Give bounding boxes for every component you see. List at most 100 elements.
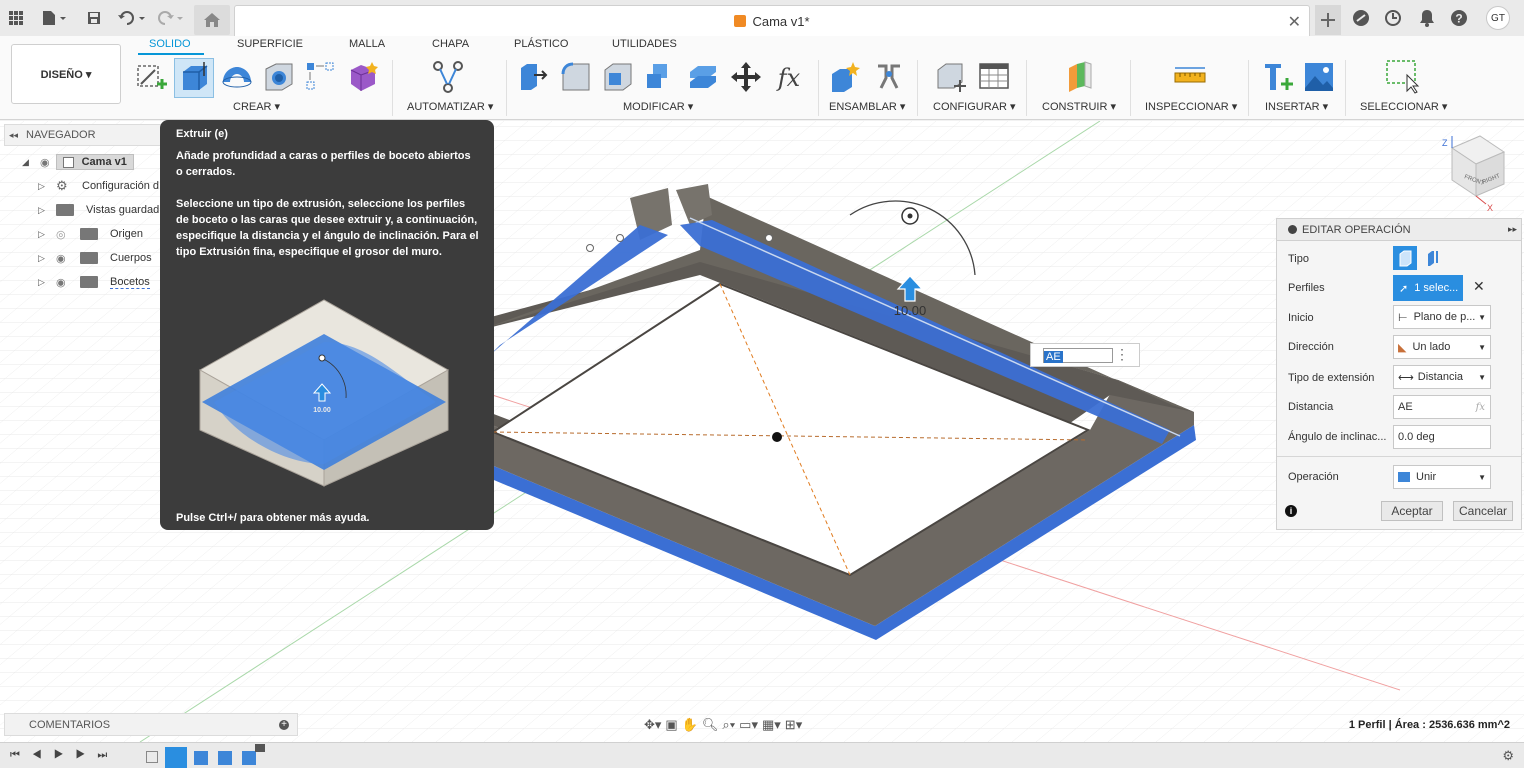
- group-seleccionar[interactable]: SELECCIONAR ▾: [1360, 100, 1447, 113]
- eye-hidden-icon[interactable]: ◎: [56, 228, 80, 241]
- edit-operation-header[interactable]: EDITAR OPERACIÓN ▸▸: [1277, 219, 1521, 241]
- timeline-extrude-icon[interactable]: [218, 751, 232, 765]
- group-insertar[interactable]: INSERTAR ▾: [1265, 100, 1328, 113]
- tab-chapa[interactable]: CHAPA: [432, 38, 469, 50]
- timeline-sketch-icon[interactable]: [146, 751, 158, 763]
- press-pull-icon[interactable]: [516, 60, 550, 94]
- collapse-arrow-icon[interactable]: ◢: [22, 157, 40, 168]
- browser-item-cuerpos[interactable]: ▷ ◉ Cuerpos: [38, 248, 152, 268]
- parameters-fx-icon[interactable]: fx: [772, 60, 806, 94]
- more-options-icon[interactable]: ⋮: [1115, 346, 1129, 363]
- clear-selection-icon[interactable]: ✕: [1473, 278, 1485, 295]
- zoom-window-icon[interactable]: ⌕▾: [722, 717, 735, 733]
- direccion-dropdown[interactable]: ◣ Un lado ▼: [1393, 335, 1491, 359]
- document-tab[interactable]: Cama v1* ✕: [234, 5, 1310, 36]
- configuration-table-icon[interactable]: [977, 60, 1011, 94]
- combine-icon[interactable]: [643, 60, 677, 94]
- grid-settings-icon[interactable]: ▦▾: [762, 717, 781, 733]
- browser-root-row[interactable]: ◢ ◉ Cama v1: [20, 152, 134, 172]
- create-sketch-icon[interactable]: [135, 60, 169, 94]
- group-crear[interactable]: CREAR ▾: [233, 100, 280, 113]
- display-settings-icon[interactable]: ▭▾: [739, 717, 758, 733]
- extrude-type-thin-button[interactable]: [1421, 246, 1445, 270]
- pattern-icon[interactable]: [304, 60, 338, 94]
- measure-icon[interactable]: [1173, 60, 1207, 94]
- group-inspeccionar[interactable]: INSPECCIONAR ▾: [1145, 100, 1237, 113]
- accept-button[interactable]: Aceptar: [1381, 501, 1443, 521]
- notifications-bell-icon[interactable]: [1417, 6, 1437, 30]
- extrude-icon[interactable]: [177, 60, 211, 94]
- browser-item-vistas[interactable]: ▷ Vistas guardad: [38, 200, 159, 220]
- extensions-icon[interactable]: [1351, 6, 1371, 30]
- pan-hand-icon[interactable]: ✋: [682, 717, 698, 733]
- tab-plastico[interactable]: PLÁSTICO: [514, 38, 568, 50]
- group-configurar[interactable]: CONFIGURAR ▾: [933, 100, 1016, 113]
- home-icon[interactable]: [194, 5, 230, 35]
- group-automatizar[interactable]: AUTOMATIZAR ▾: [407, 100, 493, 113]
- redo-icon[interactable]: [154, 6, 186, 30]
- apps-grid-icon[interactable]: [6, 6, 26, 30]
- shell-icon[interactable]: [601, 60, 635, 94]
- expand-arrow-icon[interactable]: ▷: [38, 229, 56, 240]
- browser-item-origen[interactable]: ▷ ◎ Origen: [38, 224, 143, 244]
- expand-arrow-icon[interactable]: ▷: [38, 253, 56, 264]
- save-icon[interactable]: [84, 6, 104, 30]
- canvas-distance-input[interactable]: AE: [1043, 348, 1113, 363]
- timeline-extrude-icon[interactable]: [194, 751, 208, 765]
- browser-item-configuracion[interactable]: ▷ ⚙ Configuración d: [38, 176, 159, 196]
- collapse-panel-icon[interactable]: ◂◂: [9, 130, 18, 141]
- canvas-distance-input-box[interactable]: AE ⋮: [1030, 343, 1140, 367]
- file-icon[interactable]: [38, 6, 70, 30]
- fillet-icon[interactable]: [559, 60, 593, 94]
- joint-icon[interactable]: [872, 60, 906, 94]
- split-body-icon[interactable]: [686, 60, 720, 94]
- select-window-icon[interactable]: [1386, 60, 1420, 94]
- extrude-type-solid-button[interactable]: [1393, 246, 1417, 270]
- angulo-input[interactable]: 0.0 deg: [1393, 425, 1491, 449]
- timeline-extrude-icon[interactable]: [242, 751, 256, 765]
- expand-arrow-icon[interactable]: ▷: [38, 205, 56, 216]
- expand-panel-icon[interactable]: ▸▸: [1508, 224, 1517, 235]
- move-copy-icon[interactable]: [729, 60, 763, 94]
- profiles-selection-button[interactable]: ➚ 1 selec...: [1393, 275, 1463, 301]
- operacion-dropdown[interactable]: Unir ▼: [1393, 465, 1491, 489]
- job-status-icon[interactable]: [1383, 6, 1403, 30]
- eye-visibility-icon[interactable]: ◉: [56, 252, 80, 265]
- look-at-icon[interactable]: ▣: [665, 717, 677, 733]
- browser-item-bocetos[interactable]: ▷ ◉ Bocetos: [38, 272, 150, 292]
- eye-visibility-icon[interactable]: ◉: [40, 156, 50, 169]
- timeline-playback-icons[interactable]: ⏮◀▶▶⏭: [10, 749, 119, 762]
- automate-icon[interactable]: [431, 60, 465, 94]
- new-component-icon[interactable]: [829, 60, 863, 94]
- revolve-icon[interactable]: [220, 60, 254, 94]
- tab-superficie[interactable]: SUPERFICIE: [237, 38, 303, 50]
- group-construir[interactable]: CONSTRUIR ▾: [1042, 100, 1116, 113]
- tipo-extension-dropdown[interactable]: ⟷ Distancia ▼: [1393, 365, 1491, 389]
- tab-utilidades[interactable]: UTILIDADES: [612, 38, 677, 50]
- insert-image-icon[interactable]: [1302, 60, 1336, 94]
- group-ensamblar[interactable]: ENSAMBLAR ▾: [829, 100, 905, 113]
- user-avatar[interactable]: GT: [1486, 6, 1510, 30]
- fx-icon[interactable]: fx: [1476, 402, 1485, 413]
- new-tab-plus-icon[interactable]: [1315, 5, 1341, 35]
- cancel-button[interactable]: Cancelar: [1453, 501, 1513, 521]
- add-comment-icon[interactable]: +: [279, 719, 289, 730]
- panel-minimize-icon[interactable]: [1288, 225, 1297, 234]
- workspace-switcher-button[interactable]: DISEÑO ▾: [11, 44, 121, 104]
- eye-visibility-icon[interactable]: ◉: [56, 276, 80, 289]
- comments-panel[interactable]: COMENTARIOS +: [4, 713, 298, 736]
- tab-malla[interactable]: MALLA: [349, 38, 385, 50]
- expand-arrow-icon[interactable]: ▷: [38, 277, 56, 288]
- orbit-icon[interactable]: ✥▾: [644, 717, 661, 733]
- help-icon[interactable]: ?: [1449, 6, 1469, 30]
- construct-plane-icon[interactable]: [1063, 60, 1097, 94]
- insert-mcmaster-icon[interactable]: [1261, 60, 1295, 94]
- info-icon[interactable]: i: [1285, 505, 1297, 517]
- expand-arrow-icon[interactable]: ▷: [38, 181, 56, 192]
- timeline-marker-icon[interactable]: [255, 744, 265, 752]
- hole-icon[interactable]: [262, 60, 296, 94]
- zoom-icon[interactable]: 🔍︎: [702, 717, 719, 733]
- browser-header[interactable]: ◂◂ NAVEGADOR: [4, 124, 184, 146]
- distancia-input[interactable]: AE fx: [1393, 395, 1491, 419]
- configure-icon[interactable]: [934, 60, 968, 94]
